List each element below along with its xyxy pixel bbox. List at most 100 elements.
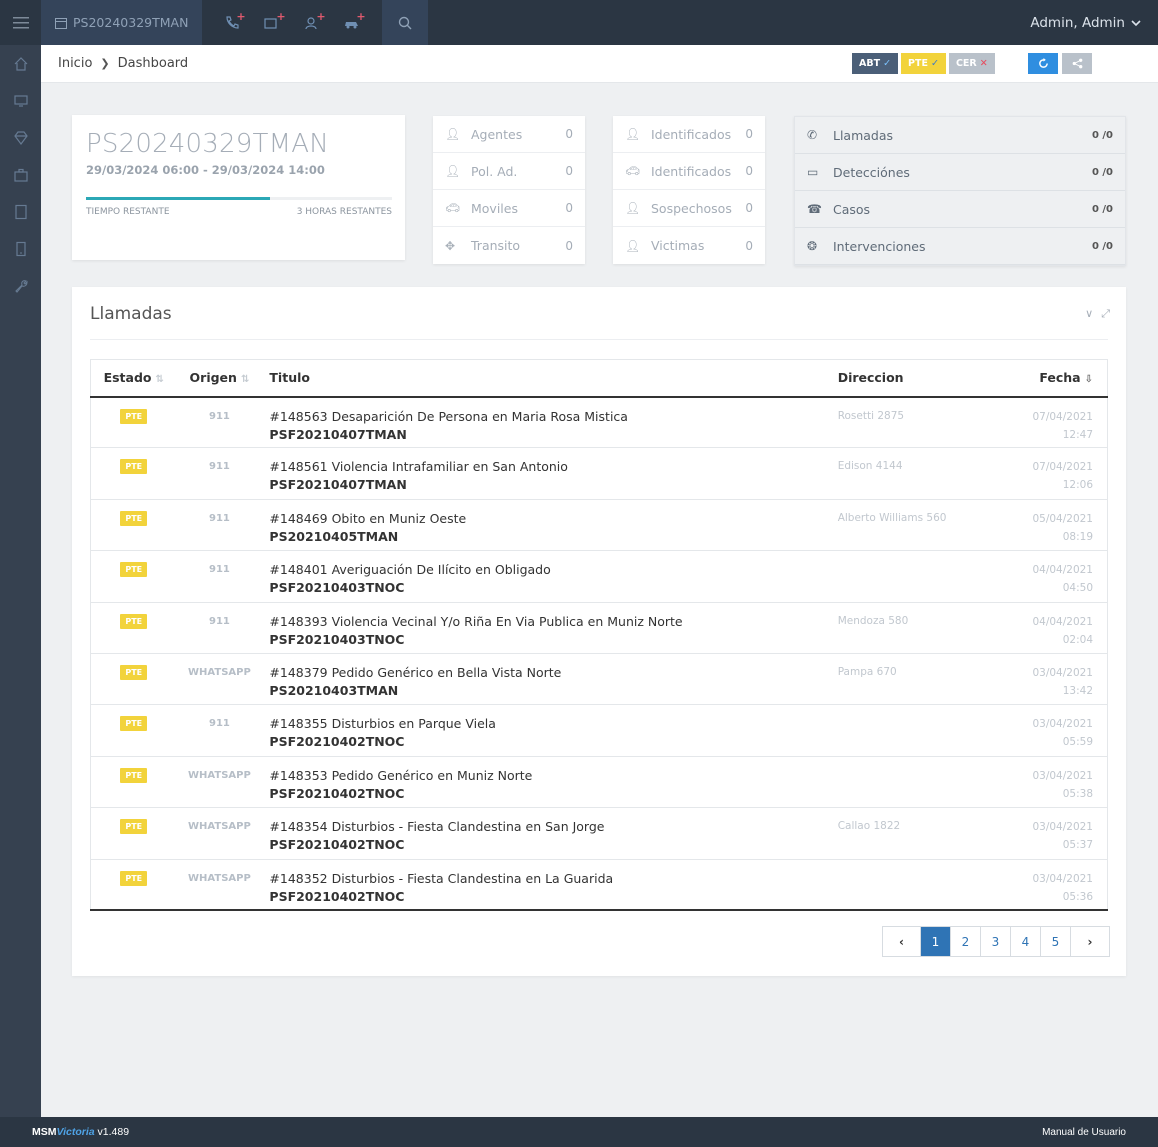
origin-label: 911	[208, 461, 230, 473]
stat-row-identificados[interactable]: 👤︎ Identificados 0	[613, 116, 765, 153]
user-menu[interactable]: Admin, Admin	[1030, 0, 1141, 45]
pagination-page-4[interactable]: 4	[1011, 927, 1041, 956]
car-icon: 🚗︎	[445, 201, 461, 215]
resources-stats: 👤︎ Agentes 0 👤︎ Pol. Ad. 0 🚗︎ Moviles 0 …	[433, 116, 585, 264]
calls-panel: Llamadas ∨ ⤢ Estado ⇅ Origen ⇅ Titulo Dire…	[72, 287, 1126, 976]
column-titulo-label: Titulo	[269, 370, 310, 386]
stat-row-identificados-vehiculos[interactable]: 🚗︎ Identificados 0	[613, 153, 765, 190]
stat-label: Moviles	[471, 200, 518, 216]
toolbar-group: PS20240329TMAN + + + +	[41, 0, 429, 45]
shift-card: PS20240329TMAN 29/03/2024 06:00 - 29/03/…	[72, 115, 405, 260]
table-row[interactable]: PTE 911 #148563 Desaparición De Persona …	[90, 396, 1108, 449]
table-row[interactable]: PTE 911 #148561 Violencia Intrafamiliar …	[90, 447, 1108, 500]
user-icon: 👤︎	[625, 201, 641, 215]
column-direccion: Direccion	[837, 359, 1020, 398]
filter-abt-button[interactable]: ABT ✓	[852, 53, 899, 74]
stat-value: 0	[565, 164, 573, 178]
column-origen-label: Origen	[189, 370, 237, 386]
stat-row-transito[interactable]: ✥ Transito 0	[433, 227, 585, 264]
stat-value: 0	[745, 127, 753, 141]
stat-row-intervenciones[interactable]: ❂ Intervenciones 0 /0	[795, 228, 1125, 265]
breadcrumb-bar: Inicio ❯ Dashboard ABT ✓ PTE ✓ CER ✕	[41, 45, 1158, 83]
table-row[interactable]: PTE WHATSAPP #148354 Disturbios - Fiesta…	[90, 807, 1108, 860]
call-title: #148401 Averiguación De Ilícito en Oblig…	[269, 562, 551, 578]
pagination-page-1[interactable]: 1	[921, 927, 951, 956]
call-time: 05:36	[1062, 890, 1093, 903]
pagination-page-2[interactable]: 2	[951, 927, 981, 956]
status-badge: PTE	[120, 510, 148, 526]
pagination-page-5[interactable]: 5	[1041, 927, 1071, 956]
action-buttons	[1028, 53, 1092, 74]
call-time: 13:42	[1062, 684, 1093, 697]
column-fecha[interactable]: Fecha ⇩	[1019, 359, 1108, 398]
top-navbar: PS20240329TMAN + + + + Admin, Admin	[0, 0, 1158, 45]
stat-row-pol-ad[interactable]: 👤︎ Pol. Ad. 0	[433, 153, 585, 190]
sort-desc-icon: ⇩	[1084, 374, 1093, 386]
user-manual-link[interactable]: Manual de Usuario	[1042, 1127, 1126, 1138]
column-direccion-label: Direccion	[837, 370, 904, 386]
stat-label: Sospechosos	[651, 200, 732, 216]
stat-row-llamadas[interactable]: ✆ Llamadas 0 /0	[795, 117, 1125, 154]
brand-name-a: MSM	[32, 1126, 57, 1138]
shift-range: 29/03/2024 06:00 - 29/03/2024 14:00	[86, 163, 325, 177]
table-row[interactable]: PTE 911 #148355 Disturbios en Parque Vie…	[90, 704, 1108, 757]
stat-row-agentes[interactable]: 👤︎ Agentes 0	[433, 116, 585, 153]
expand-icon[interactable]: ⤢	[1101, 307, 1110, 321]
call-shift: PS20210403TMAN	[269, 682, 399, 698]
pagination-next-icon[interactable]: ›	[1071, 927, 1109, 956]
origin-label: WHATSAPP	[188, 666, 251, 678]
table-row[interactable]: PTE WHATSAPP #148353 Pedido Genérico en …	[90, 756, 1108, 809]
stat-value: 0	[565, 238, 573, 253]
call-title: #148379 Pedido Genérico en Bella Vista N…	[269, 664, 562, 680]
mobile-icon[interactable]	[0, 230, 41, 267]
diamond-icon[interactable]	[0, 119, 41, 156]
call-title: #148353 Pedido Genérico en Muniz Norte	[269, 767, 533, 783]
table-row[interactable]: PTE 911 #148393 Violencia Vecinal Y/o Ri…	[90, 602, 1108, 654]
call-shift: PSF20210402TNOC	[269, 888, 405, 904]
stat-row-victimas[interactable]: 👤︎ Victimas 0	[613, 227, 765, 264]
user-name: Admin, Admin	[1030, 14, 1125, 31]
call-title: #148393 Violencia Vecinal Y/o Riña En Vi…	[269, 613, 683, 629]
column-estado[interactable]: Estado ⇅	[90, 359, 177, 398]
status-badge: PTE	[120, 459, 148, 475]
shift-selector[interactable]: PS20240329TMAN	[41, 0, 203, 45]
table-row[interactable]: PTE 911 #148401 Averiguación De Ilícito …	[90, 550, 1108, 603]
stat-row-detecciones[interactable]: ▭ Detecciónes 0 /0	[795, 154, 1125, 191]
wrench-icon[interactable]	[0, 267, 41, 304]
filter-cer-button[interactable]: CER ✕	[948, 53, 995, 74]
divider	[90, 339, 1108, 340]
stat-row-moviles[interactable]: 🚗︎ Moviles 0	[433, 190, 585, 227]
collapse-icon[interactable]: ∨	[1085, 307, 1093, 321]
table-row[interactable]: PTE WHATSAPP #148352 Disturbios - Fiesta…	[90, 859, 1108, 912]
filter-abt-label: ABT	[859, 58, 881, 69]
filter-pte-button[interactable]: PTE ✓	[901, 53, 946, 74]
stat-label: Llamadas	[833, 127, 894, 143]
column-origen[interactable]: Origen ⇅	[176, 359, 263, 398]
search-icon[interactable]	[382, 0, 429, 45]
person-plus-icon[interactable]: +	[292, 0, 332, 45]
refresh-button[interactable]	[1028, 53, 1058, 74]
pagination-prev-icon[interactable]: ‹	[883, 927, 921, 956]
status-badge: PTE	[120, 819, 148, 835]
call-date: 03/04/2021	[1032, 872, 1093, 885]
briefcase-icon[interactable]	[0, 156, 41, 193]
camera-icon: ▭	[807, 165, 819, 179]
check-icon: ✓	[930, 58, 939, 69]
tablet-icon[interactable]	[0, 193, 41, 230]
desktop-icon[interactable]	[0, 82, 41, 119]
breadcrumb-home-link[interactable]: Inicio	[58, 56, 92, 71]
camera-plus-icon[interactable]: +	[252, 0, 292, 45]
share-button[interactable]	[1062, 53, 1092, 74]
stat-row-casos[interactable]: ☎︎ Casos 0 /0	[795, 191, 1125, 228]
call-title: #148469 Obito en Muniz Oeste	[269, 510, 467, 526]
stat-row-sospechosos[interactable]: 👤︎ Sospechosos 0	[613, 190, 765, 227]
sort-icon: ⇅	[240, 374, 250, 386]
column-estado-label: Estado	[103, 370, 152, 386]
phone-plus-icon[interactable]: +	[212, 0, 252, 45]
home-icon[interactable]	[0, 45, 41, 82]
hamburger-menu-icon[interactable]	[0, 0, 41, 45]
table-row[interactable]: PTE 911 #148469 Obito en Muniz Oeste PS20…	[90, 499, 1108, 552]
car-plus-icon[interactable]: +	[332, 0, 372, 45]
table-row[interactable]: PTE WHATSAPP #148379 Pedido Genérico en …	[90, 653, 1108, 706]
pagination-page-3[interactable]: 3	[981, 927, 1011, 956]
